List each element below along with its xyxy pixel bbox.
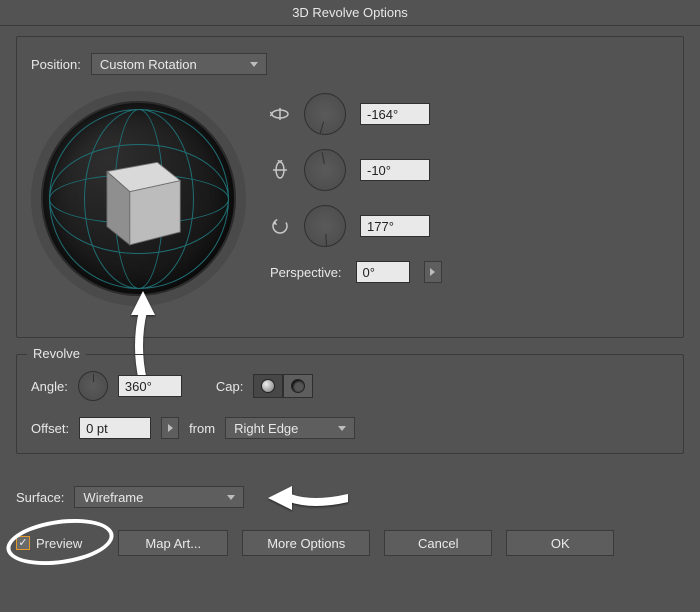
- rotate-y-dial[interactable]: [304, 149, 346, 191]
- ok-button[interactable]: OK: [506, 530, 614, 556]
- from-edge-dropdown[interactable]: Right Edge: [225, 417, 355, 439]
- surface-dropdown-value: Wireframe: [83, 490, 143, 505]
- rotate-y-icon: [270, 160, 290, 180]
- offset-stepper[interactable]: [161, 417, 179, 439]
- cap-label: Cap:: [216, 379, 243, 394]
- position-group: Position: Custom Rotation: [16, 36, 684, 338]
- perspective-stepper[interactable]: [424, 261, 442, 283]
- rotate-z-field[interactable]: 177°: [360, 215, 430, 237]
- rotation-trackball[interactable]: [31, 91, 246, 306]
- angle-dial[interactable]: [78, 371, 108, 401]
- preview-checkbox[interactable]: ✓: [16, 536, 30, 550]
- revolve-group-label: Revolve: [27, 346, 86, 361]
- rotate-z-icon: [270, 216, 290, 236]
- cap-off-button[interactable]: [283, 374, 313, 398]
- annotation-arrow-icon: [268, 480, 348, 516]
- rotate-z-dial[interactable]: [304, 205, 346, 247]
- offset-label: Offset:: [31, 421, 69, 436]
- perspective-label: Perspective:: [270, 265, 342, 280]
- offset-field[interactable]: 0 pt: [79, 417, 151, 439]
- chevron-down-icon: [338, 426, 346, 431]
- surface-label: Surface:: [16, 490, 64, 505]
- from-edge-value: Right Edge: [234, 421, 298, 436]
- rotate-x-field[interactable]: -164°: [360, 103, 430, 125]
- angle-label: Angle:: [31, 379, 68, 394]
- chevron-down-icon: [227, 495, 235, 500]
- cube-preview: [84, 144, 194, 254]
- dialog-title: 3D Revolve Options: [0, 0, 700, 26]
- revolve-group: Revolve Angle: 360° Cap: Offset: 0 pt fr…: [16, 354, 684, 454]
- rotate-y-field[interactable]: -10°: [360, 159, 430, 181]
- perspective-field[interactable]: 0°: [356, 261, 410, 283]
- cap-on-button[interactable]: [253, 374, 283, 398]
- position-dropdown[interactable]: Custom Rotation: [91, 53, 267, 75]
- cancel-button[interactable]: Cancel: [384, 530, 492, 556]
- more-options-button[interactable]: More Options: [242, 530, 370, 556]
- rotate-x-dial[interactable]: [304, 93, 346, 135]
- preview-label: Preview: [36, 536, 82, 551]
- angle-field[interactable]: 360°: [118, 375, 182, 397]
- from-label: from: [189, 421, 215, 436]
- position-label: Position:: [31, 57, 81, 72]
- position-dropdown-value: Custom Rotation: [100, 57, 197, 72]
- chevron-down-icon: [250, 62, 258, 67]
- map-art-button[interactable]: Map Art...: [118, 530, 228, 556]
- surface-dropdown[interactable]: Wireframe: [74, 486, 244, 508]
- rotate-x-icon: [270, 104, 290, 124]
